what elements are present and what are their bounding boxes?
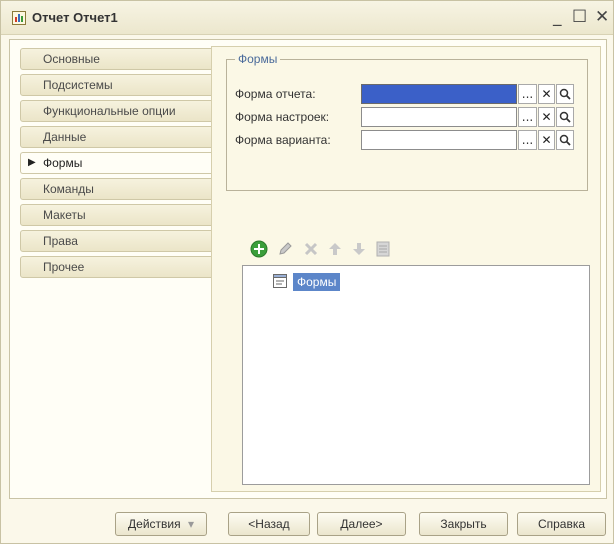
- settings-form-open-button[interactable]: [556, 107, 574, 127]
- bottom-button-bar: Действия ▾ <Назад Далее> Закрыть Справка: [1, 506, 613, 542]
- tab-label: Прочее: [43, 260, 85, 274]
- forms-panel: Формы Форма отчета: ... ✕ Форма настроек…: [211, 46, 601, 492]
- close-dialog-button[interactable]: Закрыть: [419, 512, 508, 536]
- list-icon[interactable]: [374, 240, 392, 258]
- report-form-field[interactable]: [361, 84, 517, 104]
- forms-group: Формы Форма отчета: ... ✕ Форма настроек…: [226, 52, 588, 191]
- actions-button-label: Действия: [128, 517, 181, 531]
- tab-label: Функциональные опции: [43, 104, 176, 118]
- variant-form-select-button[interactable]: ...: [518, 130, 537, 150]
- close-button[interactable]: ✕: [595, 7, 609, 27]
- forms-group-legend: Формы: [235, 52, 281, 66]
- content-area: Основные Подсистемы Функциональные опции…: [9, 39, 607, 499]
- tab-funktsionalnye-optsii[interactable]: Функциональные опции: [20, 100, 212, 122]
- report-form-select-button[interactable]: ...: [518, 84, 537, 104]
- tab-list: Основные Подсистемы Функциональные опции…: [20, 48, 214, 282]
- tab-prochee[interactable]: Прочее: [20, 256, 212, 278]
- report-form-label: Форма отчета:: [235, 87, 316, 101]
- report-icon: [12, 11, 26, 25]
- tab-label: Данные: [43, 130, 87, 144]
- settings-form-label: Форма настроек:: [235, 110, 330, 124]
- variant-form-clear-button[interactable]: ✕: [538, 130, 555, 150]
- report-form-clear-button[interactable]: ✕: [538, 84, 555, 104]
- tab-label: Подсистемы: [43, 78, 113, 92]
- chevron-down-icon: ▾: [187, 517, 194, 531]
- tab-dannye[interactable]: Данные: [20, 126, 212, 148]
- settings-form-field[interactable]: [361, 107, 517, 127]
- tab-komandy[interactable]: Команды: [20, 178, 212, 200]
- search-icon: [559, 88, 571, 100]
- move-up-icon[interactable]: [326, 240, 344, 258]
- tab-label: Макеты: [43, 208, 86, 222]
- search-icon: [559, 111, 571, 123]
- settings-form-select-button[interactable]: ...: [518, 107, 537, 127]
- form-icon: [273, 274, 287, 288]
- tab-makety[interactable]: Макеты: [20, 204, 212, 226]
- tab-label: Основные: [43, 52, 100, 66]
- variant-form-field[interactable]: [361, 130, 517, 150]
- tab-prava[interactable]: Права: [20, 230, 212, 252]
- active-tab-arrow-icon: ▶: [28, 157, 36, 168]
- report-form-open-button[interactable]: [556, 84, 574, 104]
- title-bar[interactable]: Отчет Отчет1 _ ☐ ✕: [1, 1, 613, 35]
- delete-icon[interactable]: [302, 240, 320, 258]
- tab-osnovnye[interactable]: Основные: [20, 48, 212, 70]
- help-button[interactable]: Справка: [517, 512, 606, 536]
- actions-button[interactable]: Действия ▾: [115, 512, 207, 536]
- tab-podsistemy[interactable]: Подсистемы: [20, 74, 212, 96]
- forms-tree[interactable]: Формы: [242, 265, 590, 485]
- tab-label: Права: [43, 234, 78, 248]
- report-window: Отчет Отчет1 _ ☐ ✕ Основные Подсистемы Ф…: [0, 0, 614, 544]
- back-button[interactable]: <Назад: [228, 512, 310, 536]
- search-icon: [559, 134, 571, 146]
- move-down-icon[interactable]: [350, 240, 368, 258]
- settings-form-clear-button[interactable]: ✕: [538, 107, 555, 127]
- maximize-button[interactable]: ☐: [572, 7, 587, 27]
- minimize-button[interactable]: _: [553, 7, 562, 27]
- variant-form-open-button[interactable]: [556, 130, 574, 150]
- variant-form-label: Форма варианта:: [235, 133, 331, 147]
- tab-formy[interactable]: ▶ Формы: [20, 152, 214, 174]
- tab-label: Формы: [43, 156, 83, 170]
- window-title: Отчет Отчет1: [32, 10, 118, 25]
- tree-item-label: Формы: [293, 273, 341, 291]
- add-icon[interactable]: [250, 240, 268, 258]
- tab-label: Команды: [43, 182, 94, 196]
- next-button[interactable]: Далее>: [317, 512, 406, 536]
- edit-icon[interactable]: [276, 240, 294, 258]
